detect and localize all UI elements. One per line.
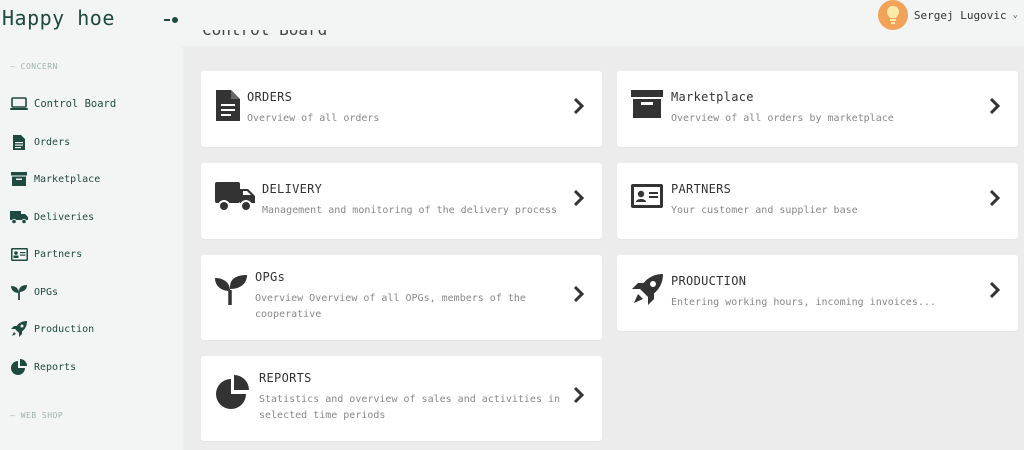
card-partners[interactable]: PARTNERS Your customer and supplier base bbox=[617, 163, 1018, 239]
card-delivery[interactable]: DELIVERY Management and monitoring of th… bbox=[201, 163, 602, 239]
sidebar-item-marketplace[interactable]: Marketplace bbox=[10, 168, 100, 190]
rocket-icon bbox=[631, 273, 663, 305]
truck-icon bbox=[10, 208, 28, 226]
archive-icon bbox=[10, 170, 28, 188]
chevron-right-icon bbox=[989, 281, 1001, 299]
chevron-right-icon bbox=[573, 97, 585, 115]
sidebar-item-production[interactable]: Production bbox=[10, 318, 94, 340]
card-title: PRODUCTION bbox=[671, 274, 747, 288]
card-title: Marketplace bbox=[671, 90, 754, 104]
sidebar-item-deliveries[interactable]: Deliveries bbox=[10, 206, 94, 228]
rocket-icon bbox=[10, 320, 28, 338]
card-title: PARTNERS bbox=[671, 182, 732, 196]
sidebar-item-reports[interactable]: Reports bbox=[10, 356, 76, 378]
chevron-right-icon bbox=[989, 97, 1001, 115]
card-marketplace[interactable]: Marketplace Overview of all orders by ma… bbox=[617, 71, 1018, 147]
id-card-icon bbox=[10, 245, 28, 263]
sidebar-item-label: Control Board bbox=[34, 98, 117, 110]
chevron-right-icon bbox=[573, 285, 585, 303]
sidebar-item-opgs[interactable]: OPGs bbox=[10, 281, 58, 303]
truck-icon bbox=[215, 181, 255, 213]
card-description: Overview of all orders by marketplace bbox=[671, 113, 894, 124]
card-description: Overview of all orders bbox=[247, 113, 380, 124]
user-name: Sergej Lugovic bbox=[913, 8, 1007, 22]
user-menu[interactable]: Sergej Lugovic ⌄ bbox=[877, 0, 1018, 30]
chevron-right-icon bbox=[573, 189, 585, 207]
card-title: ORDERS bbox=[247, 90, 293, 104]
card-opgs[interactable]: OPGs Overview Overview of all OPGs, memb… bbox=[201, 255, 602, 340]
chevron-down-icon: ⌄ bbox=[1012, 10, 1018, 20]
sidebar-item-label: Orders bbox=[34, 136, 71, 148]
seedling-icon bbox=[10, 283, 28, 301]
card-title: REPORTS bbox=[259, 371, 312, 385]
card-title: OPGs bbox=[255, 270, 286, 284]
top-bar: Happy hoe Sergej Lugovic ⌄ bbox=[0, 0, 1024, 46]
archive-icon bbox=[631, 89, 663, 119]
id-card-icon bbox=[631, 183, 663, 209]
brand-logo[interactable]: Happy hoe bbox=[2, 6, 115, 30]
sidebar-item-orders[interactable]: Orders bbox=[10, 131, 70, 153]
card-production[interactable]: PRODUCTION Entering working hours, incom… bbox=[617, 255, 1018, 331]
sidebar-item-label: Deliveries bbox=[34, 211, 95, 223]
avatar bbox=[877, 0, 908, 30]
sidebar-item-label: Production bbox=[34, 323, 95, 335]
card-description: Statistics and overview of sales and act… bbox=[259, 394, 561, 421]
section-label-concern: — CONCERN bbox=[10, 62, 58, 71]
sidebar-item-control-board[interactable]: Control Board bbox=[10, 93, 116, 115]
document-icon bbox=[10, 133, 28, 151]
card-description: Management and monitoring of the deliver… bbox=[262, 205, 558, 216]
page-title: Control Board bbox=[202, 30, 327, 46]
card-orders[interactable]: ORDERS Overview of all orders bbox=[201, 71, 602, 147]
card-description: Overview Overview of all OPGs, members o… bbox=[255, 293, 526, 320]
lightbulb-icon bbox=[886, 6, 899, 24]
card-title: DELIVERY bbox=[262, 182, 323, 196]
seedling-icon bbox=[215, 275, 247, 305]
chevron-right-icon bbox=[989, 189, 1001, 207]
pie-chart-icon bbox=[10, 358, 28, 376]
sidebar-item-label: OPGs bbox=[34, 286, 59, 298]
sidebar: — CONCERN Control Board Orders Marketpla… bbox=[0, 46, 186, 450]
sidebar-item-label: Marketplace bbox=[34, 173, 101, 185]
sidebar-item-label: Partners bbox=[34, 248, 83, 260]
sidebar-toggle-icon[interactable] bbox=[164, 14, 180, 26]
chevron-right-icon bbox=[573, 386, 585, 404]
pie-chart-icon bbox=[215, 374, 251, 410]
sidebar-item-label: Reports bbox=[34, 361, 77, 373]
section-label-webshop: — WEB SHOP bbox=[10, 411, 64, 420]
card-reports[interactable]: REPORTS Statistics and overview of sales… bbox=[201, 356, 602, 441]
sidebar-item-partners[interactable]: Partners bbox=[10, 243, 82, 265]
card-description: Your customer and supplier base bbox=[671, 205, 858, 216]
laptop-icon bbox=[10, 95, 28, 113]
card-description: Entering working hours, incoming invoice… bbox=[671, 297, 936, 308]
document-icon bbox=[215, 89, 241, 121]
